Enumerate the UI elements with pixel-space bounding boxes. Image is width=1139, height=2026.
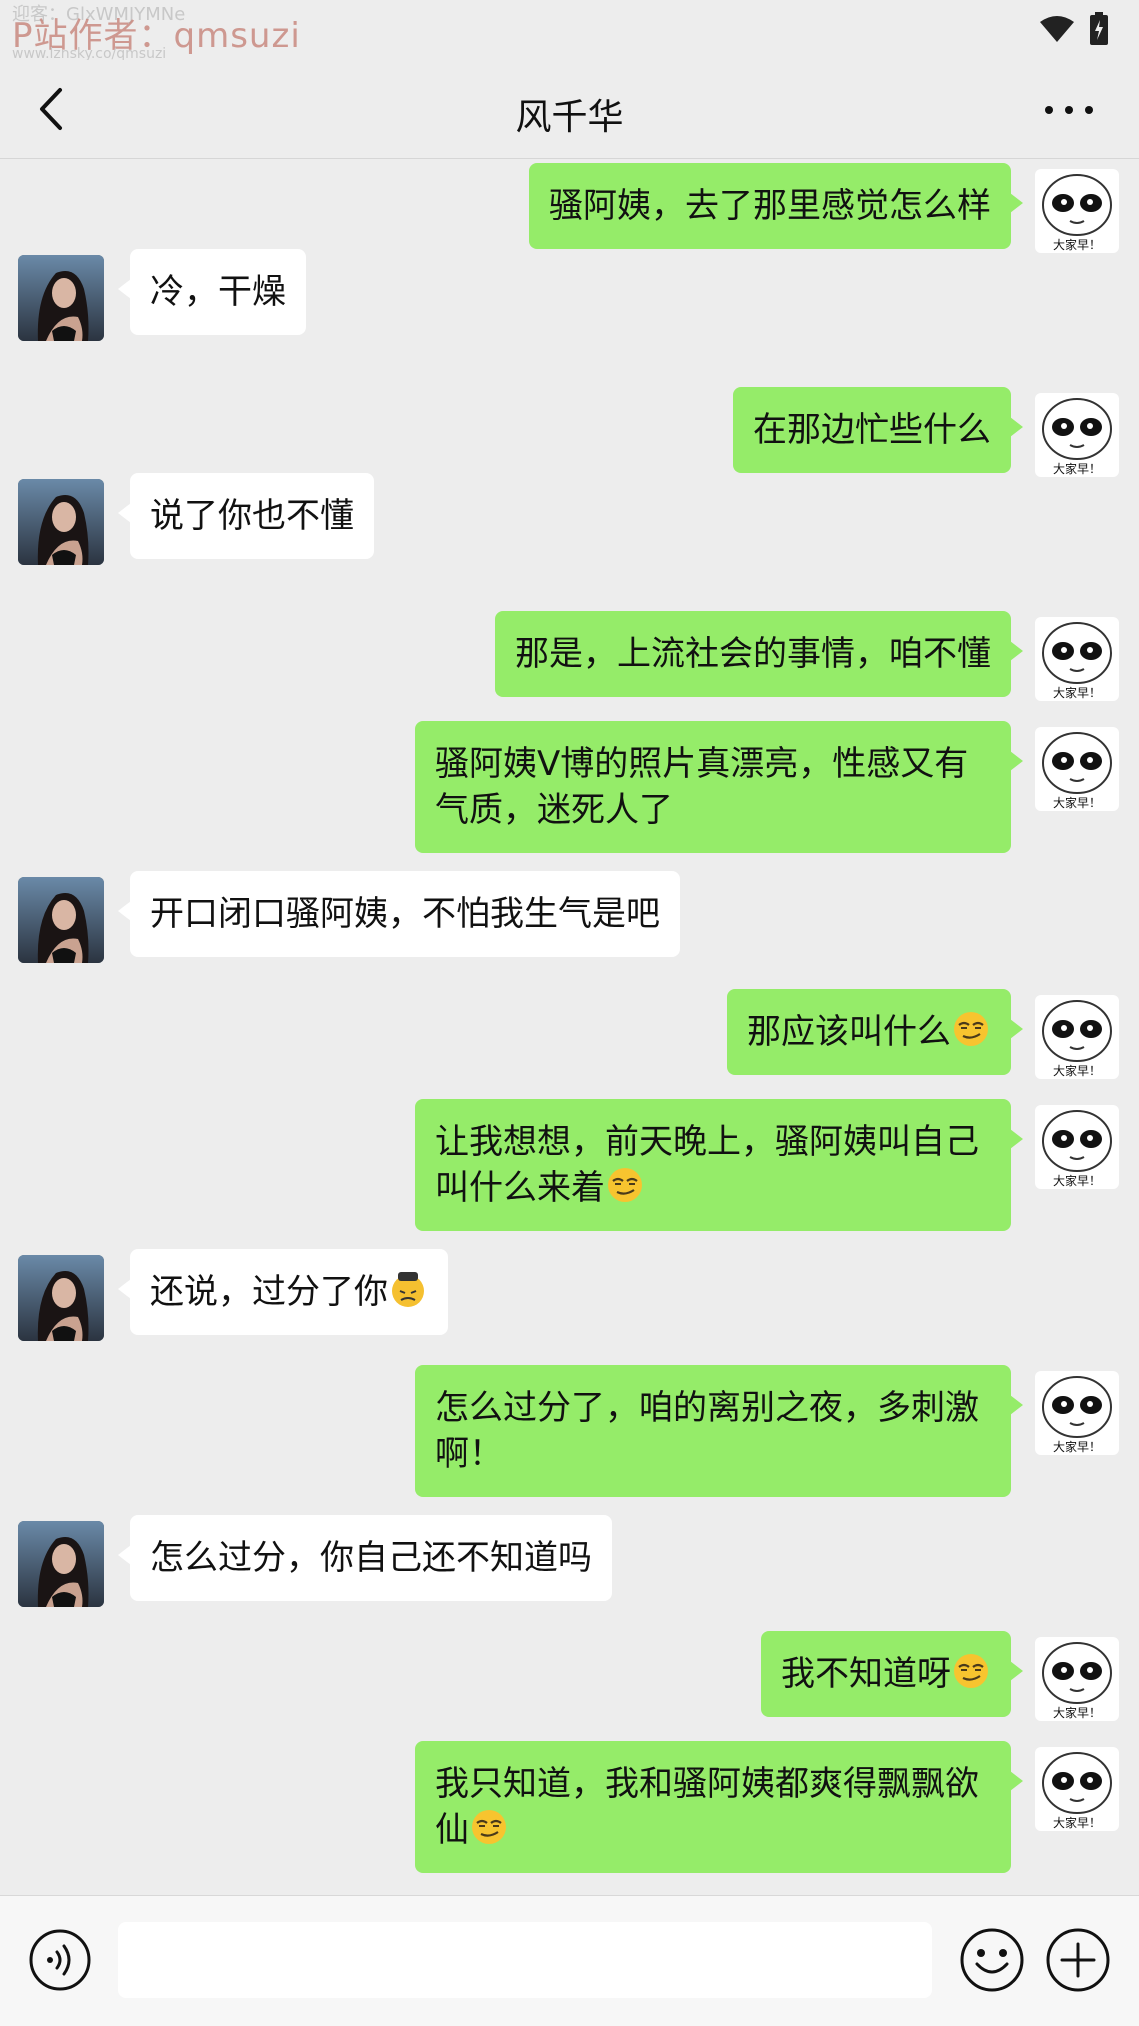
message-text: 那应该叫什么 <box>747 1012 951 1052</box>
message-bubble[interactable]: 冷，干燥 <box>118 249 306 335</box>
message-text: 在那边忙些什么 <box>753 410 991 450</box>
my-avatar[interactable]: 大家早！ <box>1035 1105 1119 1189</box>
contact-avatar[interactable] <box>18 877 104 963</box>
message-list[interactable]: 大家早！ 骚阿姨，去了那里感觉怎么样 冷，干燥 大家早！ 在那边忙些什么 说了你也不懂 大家… <box>0 159 1139 1894</box>
message-bubble[interactable]: 骚阿姨，去了那里感觉怎么样 <box>529 163 1023 249</box>
contact-avatar[interactable] <box>18 255 104 341</box>
message-bubble[interactable]: 开口闭口骚阿姨，不怕我生气是吧 <box>118 871 680 957</box>
avatar-caption: 大家早！ <box>1053 237 1101 252</box>
chat-header: 风千华 <box>0 60 1139 159</box>
message-text: 还说，过分了你 <box>150 1272 388 1312</box>
avatar-caption: 大家早！ <box>1053 1439 1101 1454</box>
battery-icon <box>1090 12 1108 45</box>
message-bubble[interactable]: 我只知道，我和骚阿姨都爽得飘飘欲仙 <box>415 1741 1023 1873</box>
my-avatar[interactable]: 大家早！ <box>1035 393 1119 477</box>
my-avatar[interactable]: 大家早！ <box>1035 169 1119 253</box>
contact-avatar[interactable] <box>18 1521 104 1607</box>
message-text: 冷，干燥 <box>150 272 286 312</box>
my-avatar[interactable]: 大家早！ <box>1035 1637 1119 1721</box>
avatar-caption: 大家早！ <box>1053 1815 1101 1830</box>
contact-avatar[interactable] <box>18 479 104 565</box>
contact-avatar[interactable] <box>18 1255 104 1341</box>
avatar-caption: 大家早！ <box>1053 461 1101 476</box>
message-bubble[interactable]: 那是，上流社会的事情，咱不懂 <box>495 611 1023 697</box>
status-bar: 迎客：GlxWMJYMNe P站作者：qmsuzi www.lznsky.co/… <box>0 0 1139 62</box>
smirk-emoji <box>954 1654 988 1688</box>
more-options-icon[interactable] <box>1039 90 1099 130</box>
message-bubble[interactable]: 还说，过分了你 <box>118 1249 448 1335</box>
message-input[interactable] <box>118 1922 932 1998</box>
angry-emoji <box>392 1272 424 1307</box>
voice-input-icon[interactable] <box>28 1928 92 1992</box>
wifi-icon <box>1040 16 1074 42</box>
my-avatar[interactable]: 大家早！ <box>1035 1747 1119 1831</box>
message-text: 那是，上流社会的事情，咱不懂 <box>515 634 991 674</box>
message-bubble[interactable]: 让我想想，前天晚上，骚阿姨叫自己叫什么来着 <box>415 1099 1023 1231</box>
message-bubble[interactable]: 怎么过分，你自己还不知道吗 <box>118 1515 612 1601</box>
my-avatar[interactable]: 大家早！ <box>1035 617 1119 701</box>
emoji-icon[interactable] <box>958 1926 1026 1994</box>
my-avatar[interactable]: 大家早！ <box>1035 995 1119 1079</box>
avatar-caption: 大家早！ <box>1053 685 1101 700</box>
input-bar <box>0 1895 1139 2026</box>
message-bubble[interactable]: 在那边忙些什么 <box>733 387 1023 473</box>
message-bubble[interactable]: 说了你也不懂 <box>118 473 374 559</box>
message-bubble[interactable]: 我不知道呀 <box>761 1631 1023 1717</box>
message-bubble[interactable]: 骚阿姨V博的照片真漂亮，性感又有气质，迷死人了 <box>415 721 1023 853</box>
message-text: 我不知道呀 <box>781 1654 951 1694</box>
smirk-emoji <box>608 1168 642 1202</box>
my-avatar[interactable]: 大家早！ <box>1035 1371 1119 1455</box>
page-title: 风千华 <box>515 97 624 138</box>
smirk-emoji <box>954 1012 988 1046</box>
message-text: 开口闭口骚阿姨，不怕我生气是吧 <box>150 894 660 934</box>
avatar-caption: 大家早！ <box>1053 1063 1101 1078</box>
message-bubble[interactable]: 怎么过分了，咱的离别之夜，多刺激啊！ <box>415 1365 1023 1497</box>
message-text: 骚阿姨，去了那里感觉怎么样 <box>549 186 991 226</box>
avatar-caption: 大家早！ <box>1053 1705 1101 1720</box>
add-icon[interactable] <box>1044 1926 1112 1994</box>
message-text: 我只知道，我和骚阿姨都爽得飘飘欲仙 <box>435 1764 979 1850</box>
smirk-emoji <box>472 1810 506 1844</box>
message-text: 说了你也不懂 <box>150 496 354 536</box>
message-text: 怎么过分，你自己还不知道吗 <box>150 1538 592 1578</box>
avatar-caption: 大家早！ <box>1053 795 1101 810</box>
message-text: 骚阿姨V博的照片真漂亮，性感又有气质，迷死人了 <box>435 744 969 830</box>
message-bubble[interactable]: 那应该叫什么 <box>727 989 1023 1075</box>
message-text: 让我想想，前天晚上，骚阿姨叫自己叫什么来着 <box>435 1122 979 1208</box>
message-text: 怎么过分了，咱的离别之夜，多刺激啊！ <box>435 1388 979 1474</box>
avatar-caption: 大家早！ <box>1053 1173 1101 1188</box>
my-avatar[interactable]: 大家早！ <box>1035 727 1119 811</box>
